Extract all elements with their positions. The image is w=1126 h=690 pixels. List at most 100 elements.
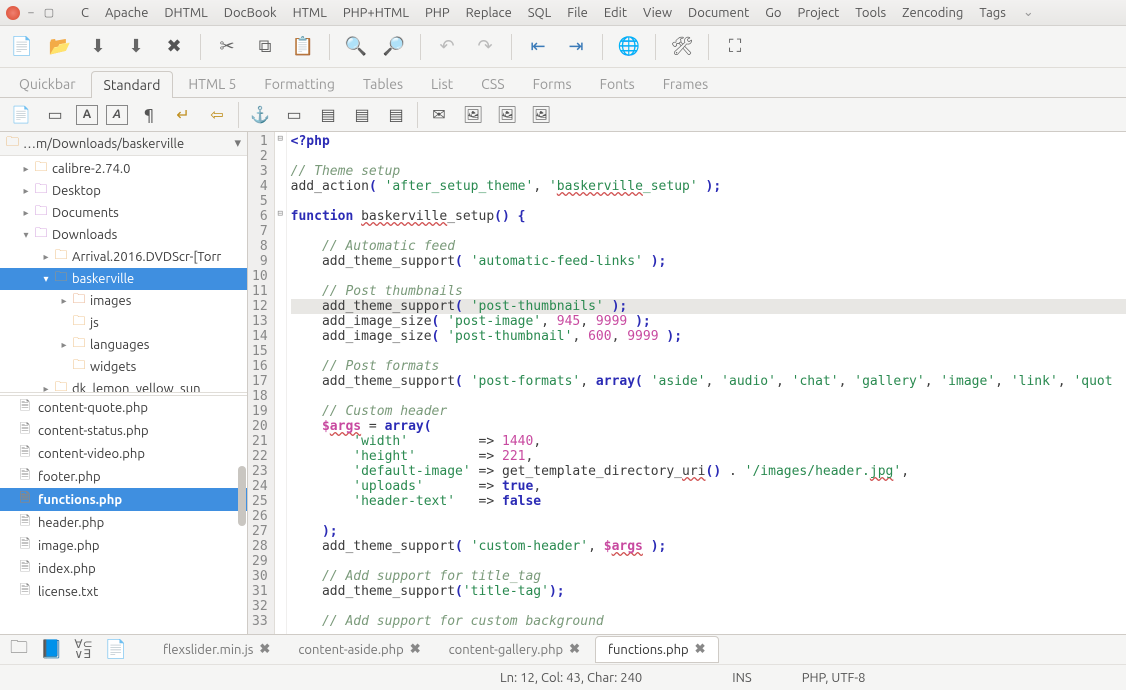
email-icon[interactable]: ✉: [426, 102, 452, 128]
file-item[interactable]: 🗎image.php: [0, 534, 247, 557]
body-icon[interactable]: ▭: [42, 102, 68, 128]
thumbnail-icon[interactable]: 🖼: [494, 102, 520, 128]
charmap-icon[interactable]: ∀⊂∨∃: [74, 640, 92, 660]
menu-php+html[interactable]: PHP+HTML: [336, 4, 416, 22]
editor-tab[interactable]: content-aside.php✖: [285, 636, 433, 663]
file-item[interactable]: 🗎license.txt: [0, 580, 247, 603]
window-minimize-icon[interactable]: –: [24, 6, 38, 20]
close-file-icon[interactable]: ✖: [162, 35, 186, 59]
italic-icon[interactable]: A: [106, 105, 128, 125]
fullscreen-icon[interactable]: ⛶: [723, 35, 747, 59]
folder-tree[interactable]: ▸🗀calibre-2.74.0▸🗀Desktop▸🗀Documents▾🗀Do…: [0, 156, 247, 396]
scrollbar-thumb[interactable]: [238, 466, 246, 526]
tree-item[interactable]: ▸🗀dk_lemon_yellow_sun: [0, 378, 247, 396]
menu-tools[interactable]: Tools: [848, 4, 893, 22]
file-item[interactable]: 🗎content-quote.php: [0, 396, 247, 419]
fold-column[interactable]: ⊟⊟: [275, 132, 287, 634]
window-close-icon[interactable]: [6, 6, 20, 20]
file-list[interactable]: 🗎content-quote.php🗎content-status.php🗎co…: [0, 396, 247, 634]
multithumb-icon[interactable]: 🖼: [528, 102, 554, 128]
toolbar-tab-quickbar[interactable]: Quickbar: [6, 70, 89, 97]
new-file-icon[interactable]: 📄: [10, 35, 34, 59]
code-content[interactable]: <?php // Theme setupadd_action( 'after_s…: [287, 132, 1126, 634]
file-item[interactable]: 🗎content-status.php: [0, 419, 247, 442]
filebrowser-icon[interactable]: 🗀: [10, 635, 28, 665]
menu-project[interactable]: Project: [790, 4, 846, 22]
window-maximize-icon[interactable]: ▢: [42, 6, 56, 20]
indent-icon[interactable]: ⇥: [564, 35, 588, 59]
image-icon[interactable]: 🖼: [460, 102, 486, 128]
file-item[interactable]: 🗎content-video.php: [0, 442, 247, 465]
menu-html[interactable]: HTML: [286, 4, 334, 22]
redo-icon[interactable]: ↷: [473, 35, 497, 59]
copy-icon[interactable]: ⧉: [253, 35, 277, 59]
tree-item[interactable]: ▾🗀Downloads: [0, 224, 247, 246]
tree-item[interactable]: ▸🗀images: [0, 290, 247, 312]
editor-tab[interactable]: flexslider.min.js✖: [150, 636, 283, 663]
menu-docbook[interactable]: DocBook: [217, 4, 284, 22]
tab-close-icon[interactable]: ✖: [410, 642, 421, 657]
menu-edit[interactable]: Edit: [597, 4, 634, 22]
toolbar-tab-formatting[interactable]: Formatting: [251, 70, 348, 97]
save-icon[interactable]: ⬇: [86, 35, 110, 59]
find-replace-icon[interactable]: 🔎: [382, 35, 406, 59]
tree-item[interactable]: ▾🗀baskerville: [0, 268, 247, 290]
hr-icon[interactable]: ▭: [281, 102, 307, 128]
rightalign-icon[interactable]: ▤: [349, 102, 375, 128]
toolbar-tab-html5[interactable]: HTML 5: [175, 70, 249, 97]
editor[interactable]: 1234567891011121314151617181920212223242…: [248, 132, 1126, 634]
tab-close-icon[interactable]: ✖: [695, 642, 706, 657]
file-item[interactable]: 🗎index.php: [0, 557, 247, 580]
search-icon[interactable]: 🔍: [344, 35, 368, 59]
path-dropdown-icon[interactable]: ▾: [234, 136, 241, 151]
toolbar-tab-forms[interactable]: Forms: [520, 70, 585, 97]
bold-icon[interactable]: A: [76, 105, 98, 125]
menu-sql[interactable]: SQL: [521, 4, 559, 22]
open-file-icon[interactable]: 📂: [48, 35, 72, 59]
menu-php[interactable]: PHP: [418, 4, 457, 22]
file-item[interactable]: 🗎header.php: [0, 511, 247, 534]
menu-view[interactable]: View: [636, 4, 679, 22]
paragraph-icon[interactable]: ¶: [136, 102, 162, 128]
tree-item[interactable]: ▸🗀languages: [0, 334, 247, 356]
cut-icon[interactable]: ✂: [215, 35, 239, 59]
tools-icon[interactable]: 🛠: [670, 35, 694, 59]
menu-dhtml[interactable]: DHTML: [157, 4, 214, 22]
comment-icon[interactable]: ▤: [383, 102, 409, 128]
toolbar-tab-fonts[interactable]: Fonts: [587, 70, 648, 97]
save-as-icon[interactable]: ⬇: [124, 35, 148, 59]
nbsp-icon[interactable]: ⇦: [204, 102, 230, 128]
toolbar-tab-frames[interactable]: Frames: [650, 70, 722, 97]
menu-c[interactable]: C: [74, 4, 96, 22]
menu-overflow-icon[interactable]: ⌄: [1023, 5, 1034, 20]
toolbar-tab-list[interactable]: List: [418, 70, 466, 97]
tab-close-icon[interactable]: ✖: [259, 642, 270, 657]
toolbar-tab-tables[interactable]: Tables: [350, 70, 416, 97]
snippets-icon[interactable]: 📄: [105, 639, 127, 660]
menu-replace[interactable]: Replace: [459, 4, 519, 22]
file-item[interactable]: 🗎functions.php: [0, 488, 247, 511]
break-icon[interactable]: ↵: [170, 102, 196, 128]
menu-go[interactable]: Go: [758, 4, 788, 22]
tree-item[interactable]: ▸🗀Desktop: [0, 180, 247, 202]
quickstart-icon[interactable]: 📄: [8, 102, 34, 128]
editor-tab[interactable]: functions.php✖: [595, 636, 719, 663]
tab-close-icon[interactable]: ✖: [569, 642, 580, 657]
menu-tags[interactable]: Tags: [972, 4, 1013, 22]
editor-tab[interactable]: content-gallery.php✖: [436, 636, 593, 663]
center-icon[interactable]: ▤: [315, 102, 341, 128]
path-bar[interactable]: 🗀 …m/Downloads/baskerville ▾: [0, 132, 247, 156]
tree-item[interactable]: ▸🗀Documents: [0, 202, 247, 224]
menu-document[interactable]: Document: [681, 4, 756, 22]
bookmarks-icon[interactable]: 📘: [40, 639, 62, 660]
menu-zencoding[interactable]: Zencoding: [895, 4, 970, 22]
tree-item[interactable]: ▸🗀calibre-2.74.0: [0, 158, 247, 180]
tree-item[interactable]: 🗀js: [0, 312, 247, 334]
paste-icon[interactable]: 📋: [291, 35, 315, 59]
tree-item[interactable]: ▸🗀Arrival.2016.DVDScr-[Torr: [0, 246, 247, 268]
unindent-icon[interactable]: ⇤: [526, 35, 550, 59]
toolbar-tab-standard[interactable]: Standard: [91, 71, 174, 98]
toolbar-tab-css[interactable]: CSS: [468, 70, 517, 97]
browser-preview-icon[interactable]: 🌐: [617, 35, 641, 59]
menu-file[interactable]: File: [560, 4, 595, 22]
